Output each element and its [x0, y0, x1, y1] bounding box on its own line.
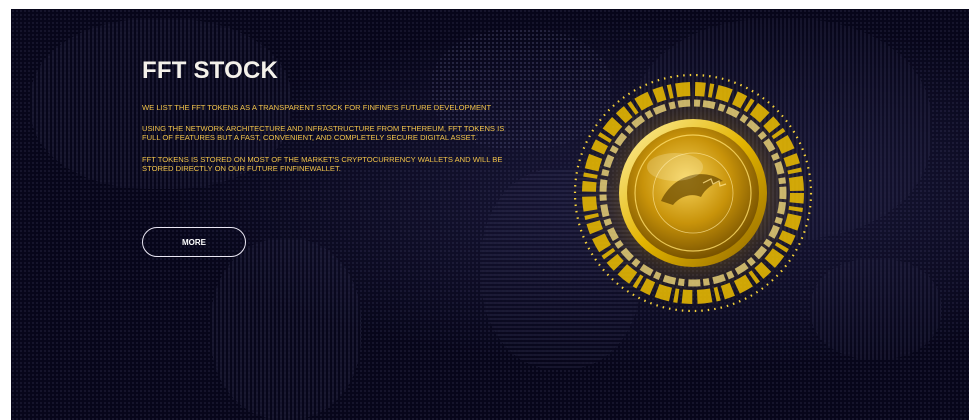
- more-button[interactable]: MORE: [142, 227, 246, 257]
- hero-paragraph-2: USING THE NETWORK ARCHITECTURE AND INFRA…: [142, 124, 505, 143]
- coin-graphic: [563, 63, 823, 323]
- hero-text-column: FFT STOCK WE LIST THE FFT TOKENS AS A TR…: [142, 57, 512, 185]
- page-title: FFT STOCK: [142, 57, 279, 84]
- gold-coin-icon: [563, 63, 823, 323]
- map-region-south-america: [211, 239, 361, 419]
- hero-paragraph-1: WE LIST THE FFT TOKENS AS A TRANSPARENT …: [142, 103, 492, 112]
- map-region-australia: [811, 259, 941, 359]
- hero-paragraph-3: FFT TOKENS IS STORED ON MOST OF THE MARK…: [142, 154, 503, 173]
- hero-section: FFT STOCK WE LIST THE FFT TOKENS AS A TR…: [11, 9, 969, 420]
